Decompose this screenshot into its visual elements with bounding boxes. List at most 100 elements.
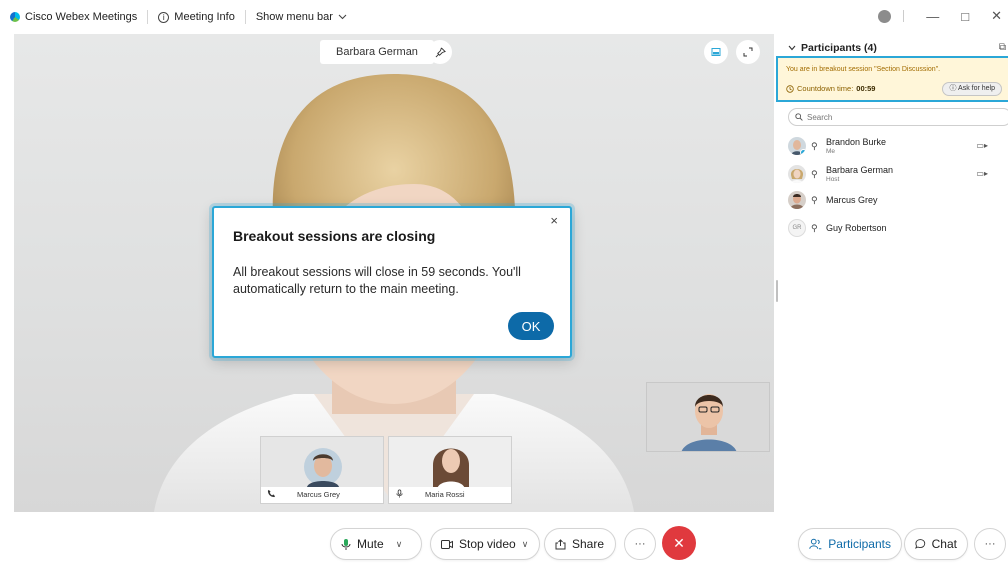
app-name: Cisco Webex Meetings <box>25 11 138 23</box>
participant-row[interactable]: GR ⚲ Guy Robertson <box>788 216 998 240</box>
stop-video-label: Stop video <box>459 537 516 551</box>
chat-icon <box>915 539 926 549</box>
stop-video-button[interactable]: Stop video ∨ <box>430 528 540 560</box>
participant-role: Me <box>826 148 836 155</box>
participants-icon <box>809 538 822 550</box>
chevron-down-icon[interactable]: ∨ <box>396 539 403 550</box>
microphone-icon: ⚲ <box>811 168 818 179</box>
ask-for-help-label: Ask for help <box>958 85 995 92</box>
chevron-down-icon <box>338 14 347 20</box>
thumbnail-video <box>389 437 511 489</box>
chat-label: Chat <box>931 537 957 551</box>
self-view-image <box>647 383 769 451</box>
avatar <box>788 191 806 209</box>
camera-icon <box>441 539 453 549</box>
webex-logo-icon <box>10 12 20 22</box>
meeting-info-button[interactable]: i Meeting Info <box>148 8 245 26</box>
ok-button[interactable]: OK <box>508 312 554 340</box>
thumbnail-name: Maria Rossi <box>425 490 465 499</box>
breakout-session-banner: You are in breakout session "Section Dis… <box>776 56 1008 102</box>
breakout-closing-dialog: × Breakout sessions are closing All brea… <box>212 206 572 358</box>
show-menu-bar-label: Show menu bar <box>255 11 333 23</box>
panel-footer: Participants Chat ··· <box>780 512 1008 576</box>
layout-button[interactable] <box>704 40 728 64</box>
participant-thumbnail[interactable]: Maria Rossi <box>388 436 512 504</box>
close-icon[interactable]: × <box>550 213 558 228</box>
share-icon <box>555 538 566 549</box>
dialog-title: Breakout sessions are closing <box>233 228 436 244</box>
thumbnail-video <box>261 437 383 489</box>
more-options-button[interactable]: ··· <box>624 528 656 560</box>
microphone-icon: ⚲ <box>811 194 818 205</box>
participant-thumbnail[interactable]: Marcus Grey <box>260 436 384 504</box>
camera-icon: ▭▸ <box>976 141 988 150</box>
show-menu-bar-button[interactable]: Show menu bar <box>246 8 357 26</box>
participants-header[interactable]: Participants (4) <box>788 42 877 54</box>
help-icon: ⓘ <box>949 85 957 92</box>
countdown: Countdown time: 00:59 <box>786 84 875 93</box>
search-icon <box>795 113 803 121</box>
chat-button[interactable]: Chat <box>904 528 968 560</box>
active-speaker-name-tag: Barbara German <box>320 40 434 64</box>
mute-button[interactable]: Mute ∨ <box>330 528 422 560</box>
dialog-message: All breakout sessions will close in 59 s… <box>233 265 521 296</box>
app-title: Cisco Webex Meetings <box>0 8 147 26</box>
clock-icon <box>786 84 794 93</box>
chevron-down-icon[interactable]: ∨ <box>522 539 529 550</box>
microphone-icon: ⚲ <box>811 222 818 233</box>
search-input[interactable] <box>807 112 987 122</box>
self-view-video[interactable] <box>646 382 770 452</box>
expand-icon <box>743 47 753 57</box>
window-controls: — □ ✕ <box>878 8 1002 24</box>
thumbnail-label: Maria Rossi <box>389 487 511 503</box>
share-button[interactable]: Share <box>544 528 616 560</box>
thumbnail-name: Marcus Grey <box>297 490 340 499</box>
participant-name: Marcus Grey <box>826 195 878 205</box>
camera-icon: ▭▸ <box>976 169 988 178</box>
avatar <box>788 137 806 155</box>
avatar <box>788 165 806 183</box>
title-bar: Cisco Webex Meetings i Meeting Info Show… <box>0 0 1008 34</box>
participant-row[interactable]: ⚲ Marcus Grey <box>788 188 998 212</box>
meeting-controls-bar: Mute ∨ Stop video ∨ Share ··· ✕ <box>14 512 774 576</box>
leave-meeting-button[interactable]: ✕ <box>662 526 696 560</box>
participant-name: Barbara German <box>826 165 894 175</box>
maximize-icon[interactable]: □ <box>961 9 969 24</box>
microphone-icon <box>341 538 351 550</box>
participants-panel: Participants (4) ⧉ You are in breakout s… <box>776 34 1008 512</box>
countdown-label: Countdown time: <box>797 84 854 93</box>
participant-search[interactable] <box>788 108 1008 126</box>
user-avatar-icon[interactable] <box>878 9 892 23</box>
phone-icon <box>267 489 276 498</box>
pin-button[interactable] <box>428 40 452 64</box>
participants-label: Participants <box>828 537 891 551</box>
popout-icon[interactable]: ⧉ <box>999 42 1006 53</box>
breakout-notice: You are in breakout session "Section Dis… <box>786 66 941 73</box>
fullscreen-button[interactable] <box>736 40 760 64</box>
ask-for-help-button[interactable]: ⓘ Ask for help <box>942 82 1002 96</box>
presence-badge <box>800 149 806 155</box>
minimize-icon[interactable]: — <box>926 9 939 24</box>
panel-resize-handle[interactable] <box>776 280 778 302</box>
participant-name: Guy Robertson <box>826 223 887 233</box>
mute-label: Mute <box>357 537 384 551</box>
info-icon: i <box>158 11 170 23</box>
countdown-value: 00:59 <box>856 84 876 93</box>
participant-role: Host <box>826 176 840 183</box>
panel-more-button[interactable]: ··· <box>974 528 1006 560</box>
close-window-icon[interactable]: ✕ <box>991 8 1002 24</box>
microphone-icon <box>396 489 403 498</box>
microphone-icon: ⚲ <box>811 140 818 151</box>
chevron-down-icon <box>788 45 796 51</box>
layout-icon <box>711 48 721 56</box>
participant-row[interactable]: ⚲ Brandon Burke Me ▭▸ <box>788 134 998 158</box>
participant-name: Brandon Burke <box>826 137 887 147</box>
avatar-initials: GR <box>788 219 806 237</box>
close-icon: ✕ <box>673 534 685 551</box>
share-label: Share <box>572 537 605 551</box>
meeting-info-label: Meeting Info <box>174 11 235 23</box>
pin-icon <box>435 47 446 57</box>
participant-row[interactable]: ⚲ Barbara German Host ▭▸ <box>788 162 998 186</box>
participants-button[interactable]: Participants <box>798 528 902 560</box>
participants-title: Participants (4) <box>801 42 877 54</box>
